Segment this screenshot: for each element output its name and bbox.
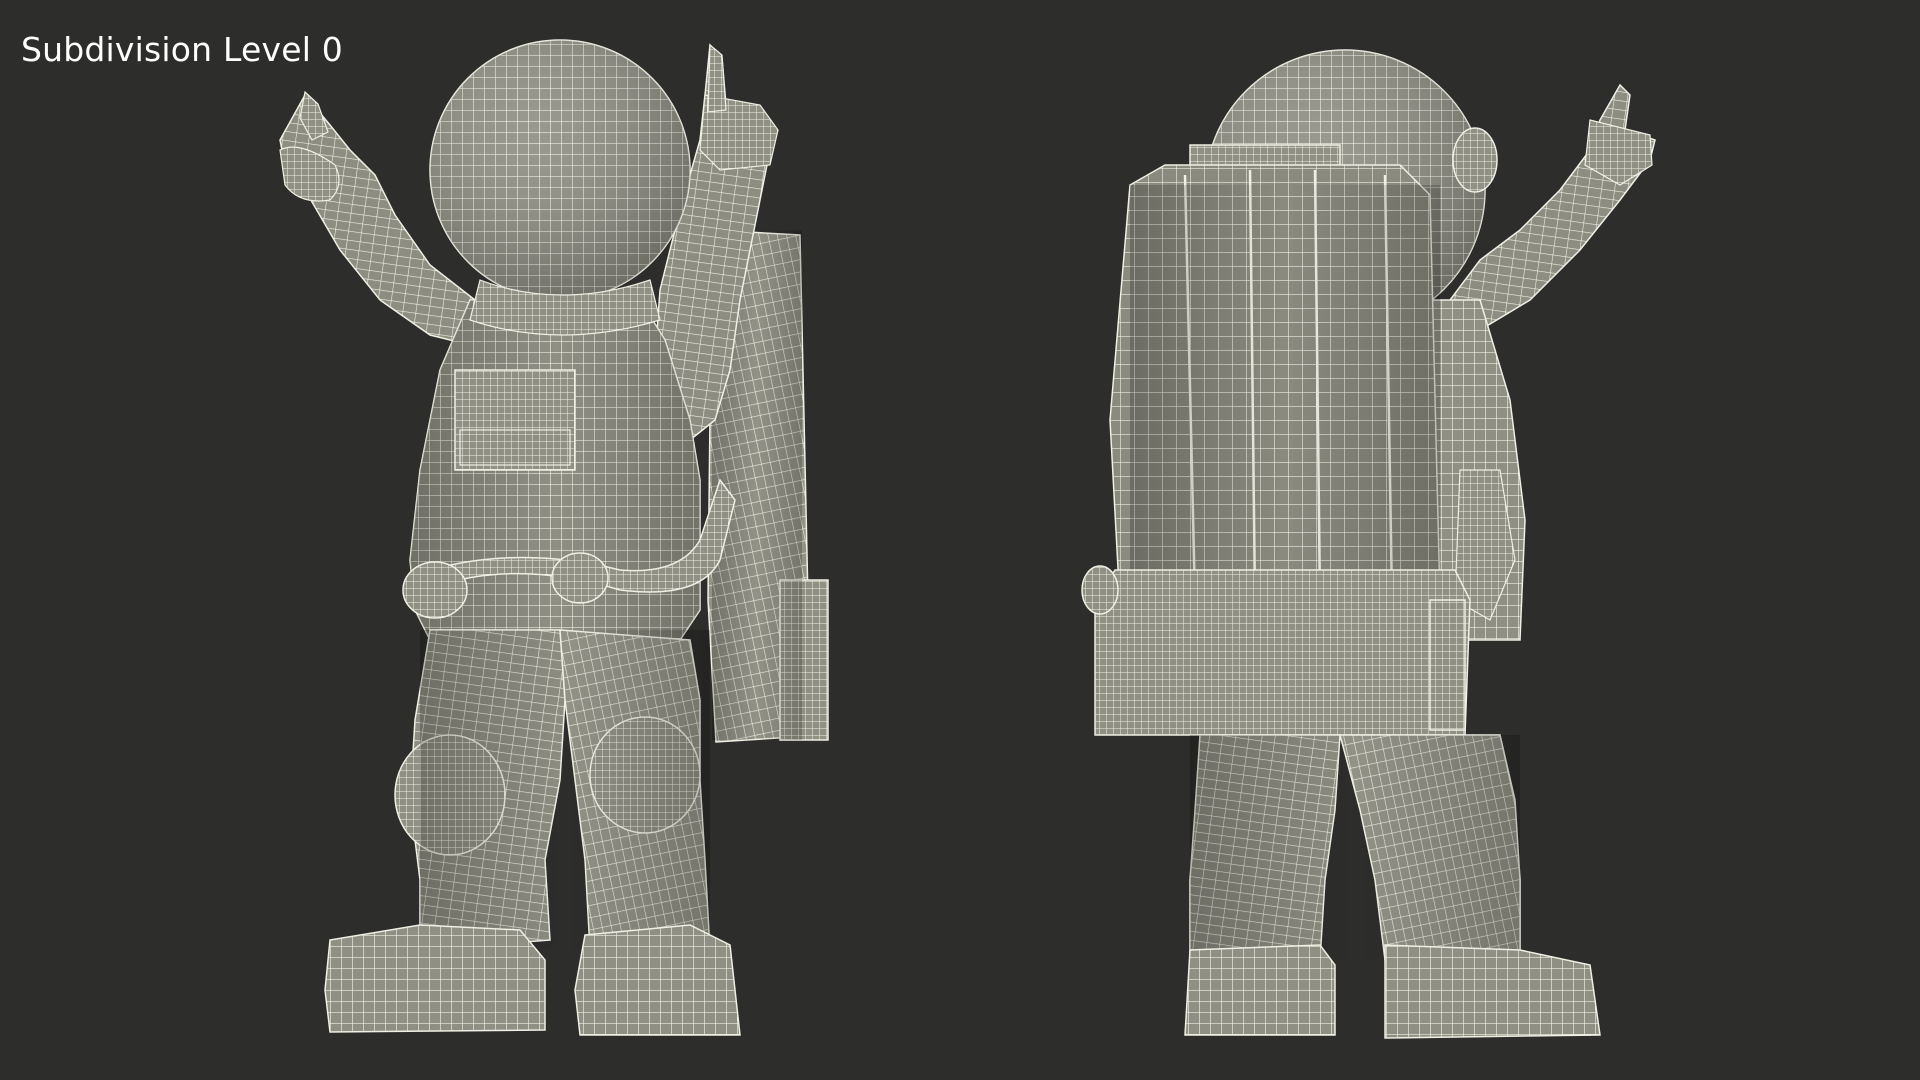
helmet-front — [429, 39, 691, 336]
boots-back — [1184, 944, 1601, 1039]
legs-back — [1189, 734, 1521, 961]
wireframe-render — [279, 39, 1656, 1039]
subdivision-level-label: Subdivision Level 0 — [21, 30, 343, 69]
legs-front — [394, 629, 711, 951]
astronaut-front-view — [279, 39, 829, 1036]
viewport: Subdivision Level 0 — [0, 0, 1920, 1080]
backpack-back — [1081, 144, 1471, 736]
astronaut-back-view — [1081, 49, 1656, 1039]
